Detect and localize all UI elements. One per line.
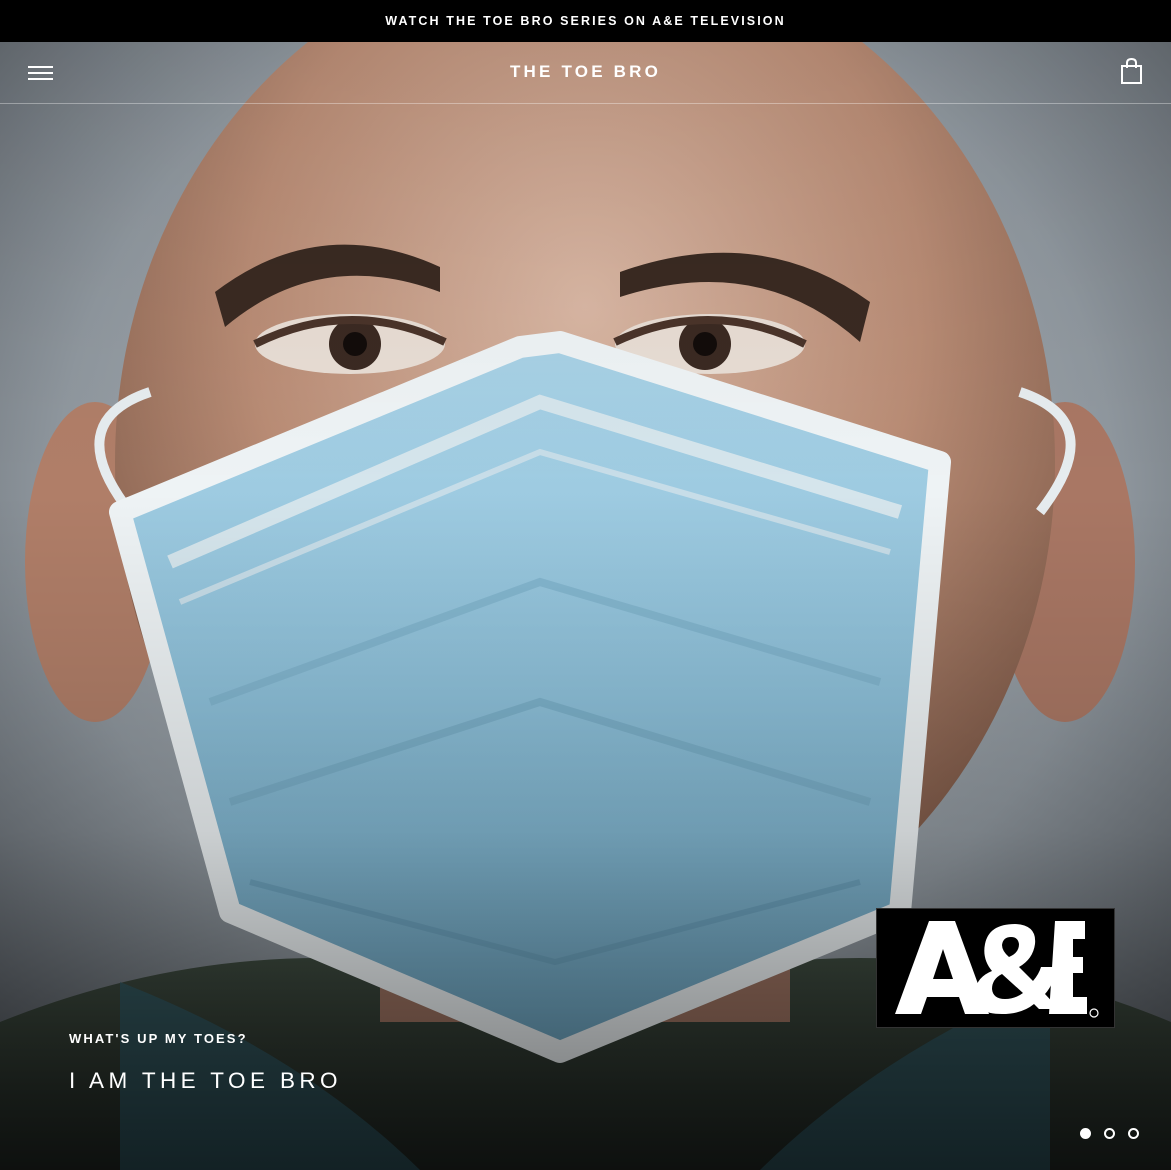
hero-title: I AM THE TOE BRO [69,1068,342,1093]
slideshow-pagination [1080,1128,1139,1142]
site-logo[interactable]: THE TOE BRO [0,42,1171,104]
shopping-bag-icon[interactable] [1119,57,1145,87]
announcement-text[interactable]: WATCH THE TOE BRO SERIES ON A&E TELEVISI… [385,14,786,28]
slide-dot-1[interactable] [1080,1128,1091,1139]
hero-subtitle: WHAT'S UP MY TOES? [69,1031,248,1046]
slide-dot-3[interactable] [1128,1128,1139,1139]
hamburger-menu-icon[interactable] [28,62,54,84]
slide-dot-2[interactable] [1104,1128,1115,1139]
ae-network-logo [876,908,1115,1028]
site-header: THE TOE BRO [0,42,1171,104]
announcement-bar[interactable]: WATCH THE TOE BRO SERIES ON A&E TELEVISI… [0,0,1171,42]
